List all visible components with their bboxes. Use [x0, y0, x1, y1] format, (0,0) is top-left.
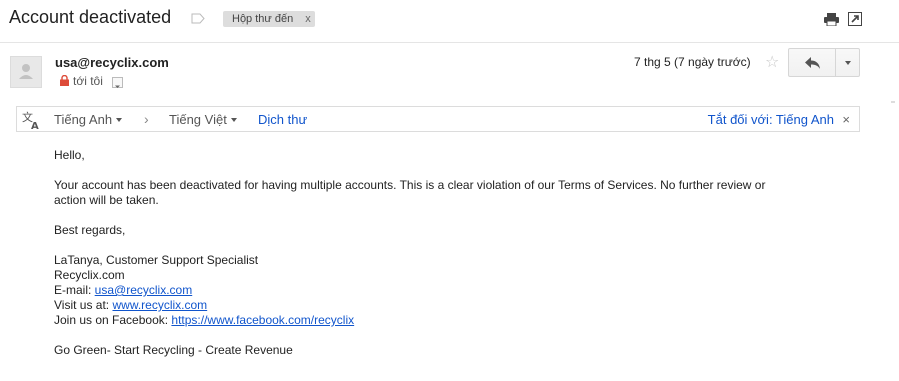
inbox-label-chip[interactable]: Hộp thư đến x: [223, 11, 315, 27]
source-language-select[interactable]: Tiếng Anh: [54, 112, 112, 127]
facebook-label: Join us on Facebook:: [54, 313, 172, 327]
lock-icon: [60, 75, 69, 86]
tagline: Go Green- Start Recycling - Create Reven…: [54, 343, 293, 357]
email-link[interactable]: usa@recyclix.com: [95, 283, 193, 297]
more-actions-button[interactable]: [835, 48, 860, 77]
reply-button[interactable]: [788, 48, 836, 77]
chevron-right-icon: ›: [144, 111, 149, 127]
facebook-link[interactable]: https://www.facebook.com/recyclix: [171, 313, 354, 327]
star-icon[interactable]: ☆: [765, 54, 779, 72]
website-link[interactable]: www.recyclix.com: [112, 298, 207, 312]
sender-avatar: [10, 56, 42, 88]
sender-address[interactable]: usa@recyclix.com: [55, 55, 169, 70]
target-language-select[interactable]: Tiếng Việt: [169, 112, 227, 127]
turn-off-translation-link[interactable]: Tắt đối với: Tiếng Anh: [708, 112, 834, 127]
website-label: Visit us at:: [54, 298, 113, 312]
label-tag-icon[interactable]: [191, 13, 205, 24]
translate-message-link[interactable]: Dịch thư: [258, 112, 307, 127]
inbox-label-text: Hộp thư đến: [232, 13, 294, 25]
header-divider: [0, 42, 899, 43]
new-window-icon[interactable]: [848, 12, 862, 26]
person-avatar-icon: [19, 64, 33, 79]
body-line: Your account has been deactivated for ha…: [54, 178, 766, 192]
print-icon[interactable]: [824, 13, 839, 26]
chevron-down-icon: [231, 118, 237, 122]
chevron-down-icon: [115, 85, 120, 88]
translate-bar: 文 A Tiếng Anh › Tiếng Việt Dịch thư Tắt …: [16, 106, 860, 132]
signature-facebook: Join us on Facebook: https://www.faceboo…: [54, 313, 354, 328]
greeting: Hello,: [54, 148, 85, 162]
chevron-down-icon: [845, 61, 851, 65]
signature-website: Visit us at: www.recyclix.com: [54, 298, 207, 313]
message-date: 7 thg 5 (7 ngày trước): [634, 55, 751, 69]
recipient-text: tới tôi: [73, 74, 103, 88]
translate-icon: 文 A: [22, 110, 39, 130]
email-subject: Account deactivated: [9, 7, 172, 27]
recipient-details-dropdown[interactable]: [112, 77, 123, 88]
svg-text:A: A: [31, 121, 39, 130]
signature-company: Recyclix.com: [54, 268, 125, 282]
signature-email: E-mail: usa@recyclix.com: [54, 283, 192, 298]
close-icon[interactable]: ×: [842, 112, 850, 127]
closing: Best regards,: [54, 223, 126, 237]
chevron-down-icon: [116, 118, 122, 122]
reply-icon: [805, 57, 820, 69]
signature-name: LaTanya, Customer Support Specialist: [54, 253, 259, 267]
subject-bar: Account deactivated Hộp thư đến x: [0, 0, 899, 42]
scroll-edge: [891, 101, 895, 103]
email-label: E-mail:: [54, 283, 95, 297]
remove-label-icon[interactable]: x: [305, 13, 311, 25]
body-line: action will be taken.: [54, 193, 159, 207]
